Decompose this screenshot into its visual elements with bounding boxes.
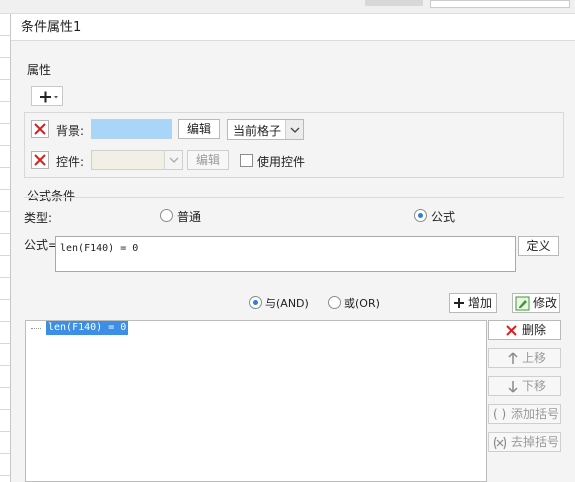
- type-label: 类型:: [24, 211, 53, 225]
- background-scope-value: 当前格子: [233, 124, 282, 138]
- arrow-up-icon: [508, 352, 518, 364]
- formula-text: len(F140) = 0: [60, 243, 139, 254]
- control-edit-button[interactable]: 编辑: [187, 150, 229, 170]
- add-condition-button[interactable]: 增加: [449, 293, 497, 313]
- edit-icon: [515, 296, 530, 311]
- remove-control-button[interactable]: [31, 151, 49, 169]
- remove-background-button[interactable]: [31, 120, 49, 138]
- formula-condition-section-label: 公式条件: [27, 189, 76, 203]
- background-label: 背景:: [56, 124, 85, 138]
- and-label: 与(AND): [265, 297, 309, 310]
- condition-list[interactable]: len(F140) = 0: [25, 320, 487, 482]
- delete-button[interactable]: 删除: [488, 320, 561, 340]
- dialog-title: 条件属性1: [11, 14, 575, 41]
- background-color-swatch[interactable]: [91, 119, 172, 139]
- close-icon: [34, 154, 46, 166]
- add-paren-button[interactable]: ( ) 添加括号: [488, 404, 561, 424]
- scope-dropdown-button[interactable]: [285, 120, 303, 139]
- define-button[interactable]: 定义: [518, 236, 559, 256]
- control-label: 控件:: [56, 155, 85, 169]
- properties-section-label: 属性: [27, 63, 52, 77]
- and-radio[interactable]: [249, 296, 262, 309]
- background-edit-button[interactable]: 编辑: [178, 119, 220, 139]
- add-condition-label: 增加: [468, 296, 493, 310]
- plus-icon: [40, 91, 58, 103]
- modify-condition-button[interactable]: 修改: [512, 293, 560, 313]
- formula-label: 公式=: [24, 238, 59, 252]
- control-select[interactable]: [91, 150, 183, 170]
- close-icon: [34, 123, 46, 135]
- condition-properties-dialog: 条件属性1 属性 背景: 编辑 当前格子 控件: 编辑 使用控件 公式条件 类型…: [10, 14, 575, 482]
- add-property-button[interactable]: [31, 86, 63, 106]
- control-dropdown-button[interactable]: [164, 151, 182, 169]
- type-normal-radio[interactable]: [160, 209, 173, 222]
- chevron-down-icon: [169, 157, 179, 163]
- move-down-label: 下移: [522, 379, 547, 393]
- background-scope-select[interactable]: 当前格子: [227, 119, 304, 140]
- remove-paren-button[interactable]: 去掉括号: [488, 432, 561, 452]
- move-down-button[interactable]: 下移: [488, 376, 561, 396]
- background-window-strip: [0, 0, 575, 14]
- chevron-down-icon: [290, 127, 300, 133]
- move-up-button[interactable]: 上移: [488, 348, 561, 368]
- formula-input[interactable]: len(F140) = 0: [55, 236, 516, 272]
- remove-parentheses-icon: [493, 436, 507, 450]
- remove-paren-label: 去掉括号: [511, 435, 560, 449]
- or-label: 或(OR): [344, 297, 380, 310]
- close-icon: [506, 325, 517, 336]
- use-control-checkbox[interactable]: [240, 154, 253, 167]
- background-label: [365, 0, 423, 6]
- section-divider: [24, 197, 564, 198]
- type-formula-radio[interactable]: [414, 209, 427, 222]
- list-item[interactable]: len(F140) = 0: [46, 321, 129, 335]
- type-normal-label: 普通: [177, 210, 202, 224]
- tree-connector: [31, 328, 41, 329]
- arrow-down-icon: [508, 381, 518, 393]
- or-radio[interactable]: [328, 296, 341, 309]
- plus-icon: [454, 298, 464, 308]
- use-control-label: 使用控件: [257, 155, 306, 169]
- modify-condition-label: 修改: [533, 296, 558, 310]
- background-input: [430, 0, 570, 8]
- move-up-label: 上移: [522, 351, 547, 365]
- background-sheet-edge: [0, 14, 10, 482]
- parentheses-icon: ( ): [493, 407, 507, 421]
- delete-label: 删除: [522, 323, 547, 337]
- add-paren-label: 添加括号: [511, 407, 560, 421]
- type-formula-label: 公式: [431, 210, 456, 224]
